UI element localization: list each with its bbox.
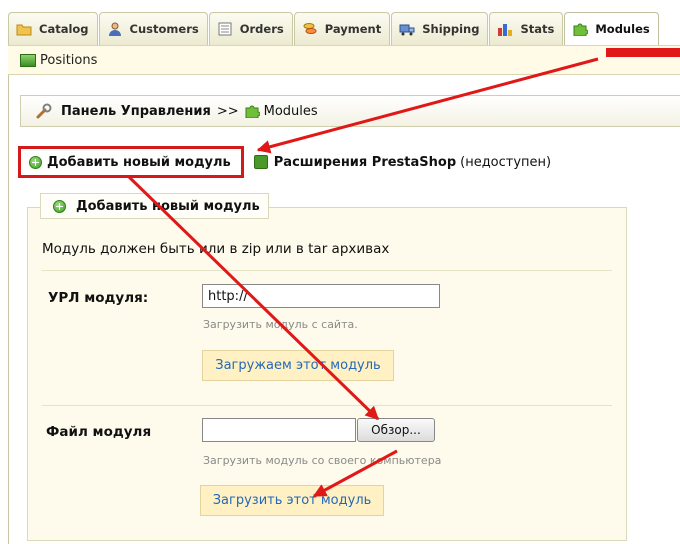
bar-chart-icon	[497, 22, 513, 36]
user-icon	[107, 22, 123, 36]
upload-url-button[interactable]: Загружаем этот модуль	[202, 350, 394, 381]
add-icon	[29, 155, 42, 169]
form-legend-text: Добавить новый модуль	[76, 198, 260, 214]
extensions-label: Расширения PrestaShop	[273, 154, 457, 170]
tab-bar: Catalog Customers Orders Payment Shippin…	[8, 12, 659, 45]
upload-file-button[interactable]: Загрузить этот модуль	[200, 485, 384, 516]
module-actions: Добавить новый модуль Расширения PrestaS…	[18, 146, 551, 178]
tab-catalog[interactable]: Catalog	[8, 12, 98, 45]
document-icon	[217, 22, 233, 36]
tab-label: Modules	[595, 22, 650, 36]
url-label: УРЛ модуля:	[48, 290, 149, 306]
divider	[42, 270, 612, 271]
tab-modules[interactable]: Modules	[564, 12, 659, 45]
breadcrumb-root[interactable]: Панель Управления	[61, 104, 211, 119]
archive-note: Модуль должен быть или в zip или в tar а…	[42, 241, 390, 257]
add-module-label: Добавить новый модуль	[47, 154, 231, 170]
tab-customers[interactable]: Customers	[98, 12, 208, 45]
breadcrumb-current: Modules	[263, 103, 318, 119]
sub-navigation: Positions	[8, 45, 680, 75]
file-hint: Загрузить модуль со своего компьютера	[203, 454, 442, 467]
content-border	[8, 75, 9, 544]
coins-icon	[302, 22, 318, 36]
tab-label: Catalog	[39, 22, 89, 36]
folder-icon	[16, 22, 32, 36]
shopping-bag-icon	[253, 155, 268, 169]
url-input[interactable]	[202, 284, 440, 308]
breadcrumb-separator: >>	[216, 103, 239, 119]
tab-label: Shipping	[422, 22, 480, 36]
add-icon	[53, 199, 66, 213]
extensions-link[interactable]: Расширения PrestaShop (недоступен)	[253, 154, 552, 170]
module-icon	[20, 53, 36, 67]
add-module-link[interactable]: Добавить новый модуль	[18, 146, 244, 178]
breadcrumb: Панель Управления >> Modules	[20, 95, 680, 127]
tab-label: Customers	[129, 22, 199, 36]
form-legend: Добавить новый модуль	[40, 193, 269, 219]
tab-orders[interactable]: Orders	[208, 12, 293, 45]
tab-label: Payment	[324, 22, 382, 36]
positions-link[interactable]: Positions	[40, 53, 97, 68]
divider	[42, 405, 612, 406]
puzzle-icon	[572, 22, 589, 37]
tab-stats[interactable]: Stats	[489, 12, 564, 45]
file-label: Файл модуля	[46, 424, 152, 440]
tab-label: Orders	[239, 22, 284, 36]
puzzle-icon	[245, 105, 260, 118]
tab-payment[interactable]: Payment	[293, 12, 391, 45]
file-path-input[interactable]	[202, 418, 356, 442]
url-hint: Загрузить модуль с сайта.	[203, 318, 358, 331]
truck-icon	[399, 22, 415, 36]
tab-shipping[interactable]: Shipping	[391, 12, 489, 45]
browse-button[interactable]: Обзор...	[357, 418, 435, 442]
extensions-status: (недоступен)	[460, 154, 552, 170]
wrench-icon	[36, 103, 52, 119]
tab-label: Stats	[520, 22, 555, 36]
